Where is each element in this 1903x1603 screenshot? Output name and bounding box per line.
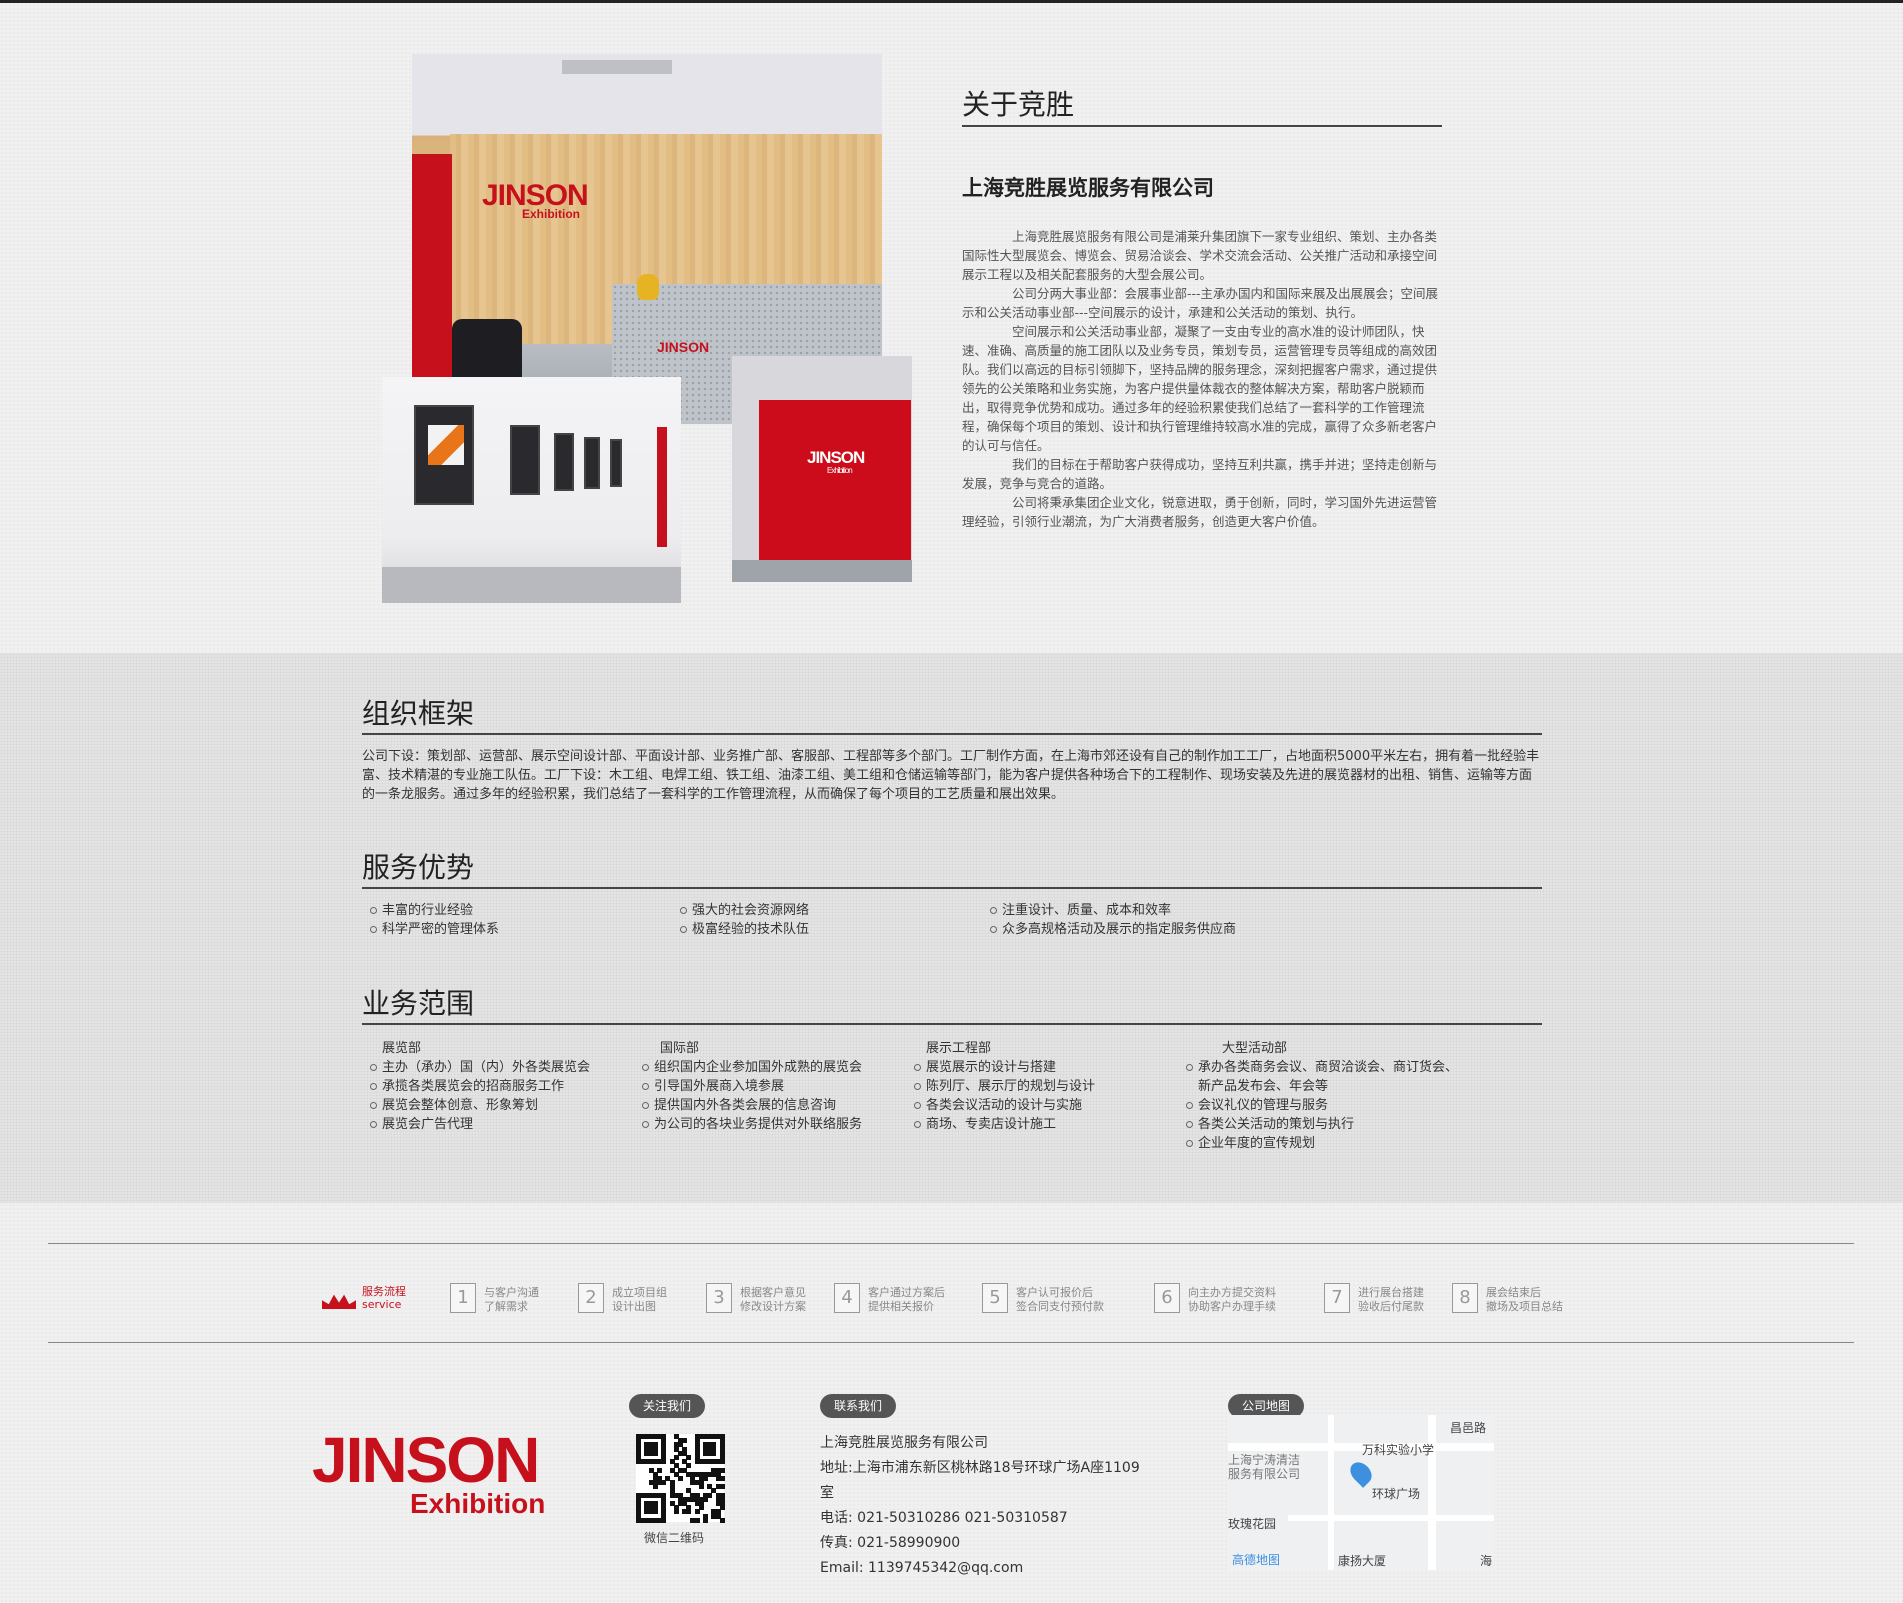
step-number: 5	[982, 1283, 1008, 1313]
info-section: 组织框架 公司下设：策划部、运营部、展示空间设计部、平面设计部、业务推广部、客服…	[0, 653, 1903, 1203]
scope-head: 展览部	[382, 1041, 422, 1056]
step-number: 3	[706, 1283, 732, 1313]
scope-item: 引导国外展商入境参展	[634, 1077, 906, 1096]
org-title: 组织框架	[362, 697, 1542, 735]
divider	[48, 1342, 1854, 1343]
step-number: 4	[834, 1283, 860, 1313]
advantages-section: 服务优势 丰富的行业经验 强大的社会资源网络 注重设计、质量、成本和效率 科学严…	[362, 851, 1542, 939]
scope-item: 展览展示的设计与搭建	[906, 1058, 1178, 1077]
flow-title: 服务流程	[362, 1285, 406, 1298]
advantage-item: 科学严密的管理体系	[362, 920, 672, 939]
step-line2: 修改设计方案	[740, 1300, 806, 1313]
crown-icon	[322, 1294, 356, 1309]
org-section: 组织框架 公司下设：策划部、运营部、展示空间设计部、平面设计部、业务推广部、客服…	[362, 697, 1542, 804]
step-number: 6	[1154, 1283, 1180, 1313]
brand-logo-sub: Exhibition	[410, 1488, 546, 1519]
advantage-item: 众多高规格活动及展示的指定服务供应商	[982, 920, 1542, 939]
step-line2: 验收后付尾款	[1358, 1300, 1424, 1313]
advantages-title: 服务优势	[362, 851, 1542, 889]
map-label-text: 昌邑路	[1450, 1421, 1487, 1435]
scope-column-display: 展示工程部 展览展示的设计与搭建 陈列厅、展示厅的规划与设计 各类会议活动的设计…	[906, 1039, 1178, 1153]
scope-item: 各类公关活动的策划与执行	[1178, 1115, 1458, 1134]
about-paragraph: 公司分两大事业部：会展事业部---主承办国内和国际来展及出展展会；空间展示和公关…	[962, 286, 1439, 320]
scope-head: 展示工程部	[926, 1041, 992, 1056]
desk-logo: JINSON	[657, 339, 710, 355]
brand-logo-text: JINSON	[312, 1424, 540, 1496]
scope-item: 承揽各类展览会的招商服务工作	[362, 1077, 634, 1096]
scope-item: 企业年度的宣传规划	[1178, 1134, 1458, 1153]
advantage-item: 丰富的行业经验	[362, 901, 672, 920]
flow-head: 服务流程 service	[322, 1283, 412, 1317]
about-paragraph: 空间展示和公关活动事业部，凝聚了一支由专业的高水准的设计师团队，快速、准确、高质…	[962, 324, 1438, 453]
map-label-text: 康扬大厦	[1338, 1554, 1387, 1568]
flow-subtitle: service	[362, 1298, 402, 1311]
step-line2: 设计出图	[612, 1300, 656, 1313]
about-text: 关于竞胜 上海竞胜展览服务有限公司 上海竞胜展览服务有限公司是浦莱升集团旗下一家…	[962, 83, 1442, 531]
about-paragraph: 公司将秉承集团企业文化，锐意进取，勇于创新，同时，学习国外先进运营管理经验，引领…	[962, 495, 1438, 529]
step-line2: 签合同支付预付款	[1016, 1300, 1104, 1313]
map-label-text: 服务有限公司	[1228, 1467, 1301, 1481]
map-label-text: 万科实验小学	[1362, 1443, 1435, 1457]
map-label-text: 环球广场	[1372, 1487, 1421, 1501]
scope-item: 承办各类商务会议、商贸洽谈会、商订货会、新产品发布会、年会等	[1178, 1058, 1458, 1096]
scope-item: 主办（承办）国（内）外各类展览会	[362, 1058, 634, 1077]
advantage-item: 注重设计、质量、成本和效率	[982, 901, 1542, 920]
map-label-text: 玫瑰花园	[1228, 1517, 1277, 1531]
brand-logo: JINSON Exhibition	[312, 1424, 546, 1519]
scope-item: 会议礼仪的管理与服务	[1178, 1096, 1458, 1115]
org-body: 公司下设：策划部、运营部、展示空间设计部、平面设计部、业务推广部、客服部、工程部…	[362, 749, 1540, 802]
photo-logo: JINSON Exhibition	[482, 179, 589, 221]
scope-item: 商场、专卖店设计施工	[906, 1115, 1178, 1134]
map-pin-icon	[1346, 1458, 1376, 1488]
contact-info: 上海竞胜展览服务有限公司 地址:上海市浦东新区桃林路18号环球广场A座1109室…	[820, 1431, 1150, 1581]
step-number: 1	[450, 1283, 476, 1313]
scope-item: 为公司的各块业务提供对外联络服务	[634, 1115, 906, 1134]
wechat-qr-code	[636, 1434, 725, 1523]
scope-title: 业务范围	[362, 987, 1542, 1025]
about-title: 关于竞胜	[962, 83, 1442, 127]
contact-fax: 传真: 021-58990900	[820, 1535, 961, 1551]
red-wall-photo: JINSON Exhibition	[732, 356, 912, 582]
scope-item: 展览会广告代理	[362, 1115, 634, 1134]
gallery-wall-photo	[382, 377, 681, 603]
contact-email[interactable]: Email: 1139745342@qq.com	[820, 1556, 1150, 1581]
about-paragraph: 我们的目标在于帮助客户获得成功，坚持互利共赢，携手并进；坚持走创新与发展，竞争与…	[962, 457, 1438, 491]
map-provider: 高德地图	[1232, 1553, 1281, 1567]
divider	[48, 1243, 1854, 1244]
scope-item: 组织国内企业参加国外成熟的展览会	[634, 1058, 906, 1077]
company-map[interactable]: 昌邑路 万科实验小学 上海宁涛清洁 服务有限公司 环球广场 玫瑰花园 康扬大厦 …	[1228, 1415, 1494, 1570]
step-line2: 提供相关报价	[868, 1300, 934, 1313]
scope-column-events: 大型活动部 承办各类商务会议、商贸洽谈会、商订货会、新产品发布会、年会等 会议礼…	[1178, 1039, 1458, 1153]
step-number: 2	[578, 1283, 604, 1313]
qr-caption: 微信二维码	[644, 1531, 705, 1545]
company-name: 上海竞胜展览服务有限公司	[962, 176, 1214, 200]
panel-logo: JINSON Exhibition	[807, 448, 865, 475]
scope-item: 展览会整体创意、形象筹划	[362, 1096, 634, 1115]
advantage-item: 强大的社会资源网络	[672, 901, 982, 920]
contact-company: 上海竞胜展览服务有限公司	[820, 1435, 988, 1451]
step-number: 7	[1324, 1283, 1350, 1313]
scope-column-exhibition: 展览部 主办（承办）国（内）外各类展览会 承揽各类展览会的招商服务工作 展览会整…	[362, 1039, 634, 1153]
about-body: 上海竞胜展览服务有限公司是浦莱升集团旗下一家专业组织、策划、主办各类国际性大型展…	[962, 227, 1442, 531]
scope-item: 陈列厅、展示厅的规划与设计	[906, 1077, 1178, 1096]
contact-us-label: 联系我们	[820, 1394, 897, 1418]
about-section: JINSON Exhibition JINSON JINSON Exhibition…	[0, 3, 1903, 653]
scope-head: 大型活动部	[1222, 1041, 1288, 1056]
scope-head: 国际部	[660, 1041, 700, 1056]
scope-item: 各类会议活动的设计与实施	[906, 1096, 1178, 1115]
about-paragraph: 上海竞胜展览服务有限公司是浦莱升集团旗下一家专业组织、策划、主办各类国际性大型展…	[962, 229, 1438, 282]
step-line2: 协助客户办理手续	[1188, 1300, 1276, 1313]
map-label-text: 海	[1480, 1554, 1493, 1568]
scope-section: 业务范围 展览部 主办（承办）国（内）外各类展览会 承揽各类展览会的招商服务工作…	[362, 987, 1542, 1153]
advantage-item: 极富经验的技术队伍	[672, 920, 982, 939]
scope-column-international: 国际部 组织国内企业参加国外成熟的展览会 引导国外展商入境参展 提供国内外各类会…	[634, 1039, 906, 1153]
contact-phone: 电话: 021-50310286 021-50310587	[820, 1510, 1068, 1526]
step-number: 8	[1452, 1283, 1478, 1313]
step-line2: 撤场及项目总结	[1486, 1300, 1563, 1313]
scope-item: 提供国内外各类会展的信息咨询	[634, 1096, 906, 1115]
follow-us-label: 关注我们	[629, 1394, 706, 1418]
contact-address: 地址:上海市浦东新区桃林路18号环球广场A座1109室	[820, 1460, 1140, 1501]
step-line2: 了解需求	[484, 1300, 528, 1313]
